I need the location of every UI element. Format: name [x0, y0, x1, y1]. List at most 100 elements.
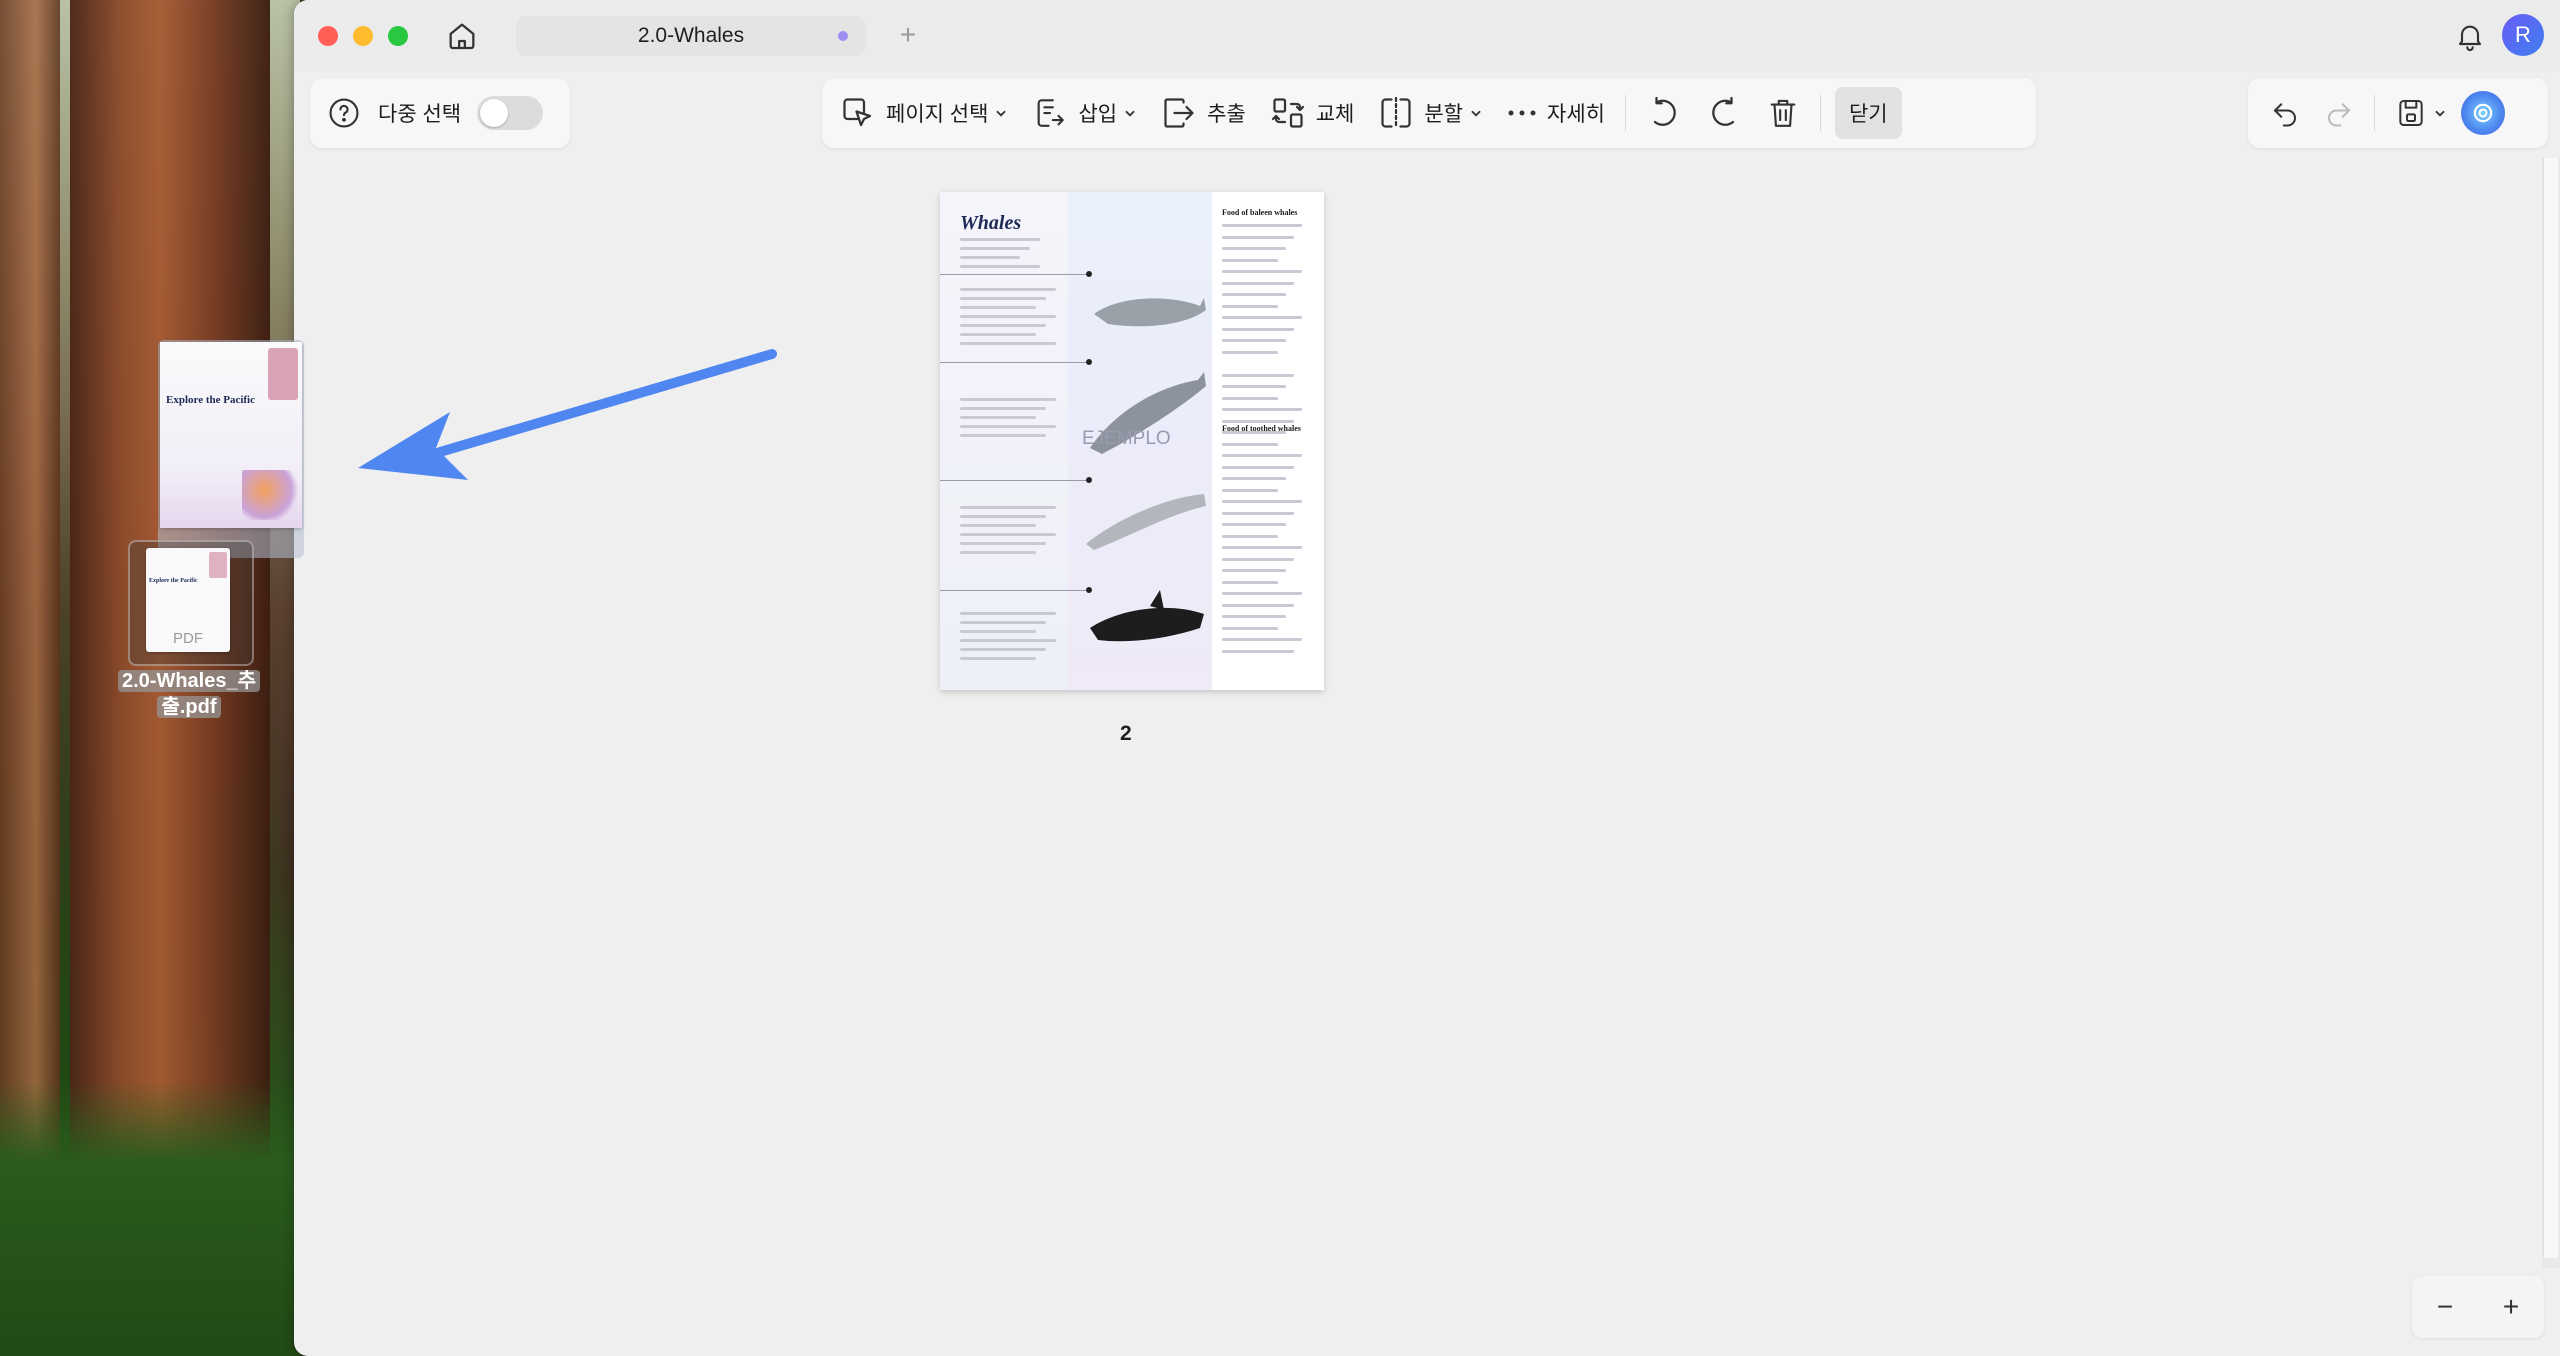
text-line — [1222, 270, 1302, 273]
toolbar-divider — [1819, 95, 1821, 131]
text-line — [960, 324, 1046, 327]
maximize-window-button[interactable] — [388, 26, 408, 46]
delete-page-button[interactable] — [1756, 87, 1810, 139]
text-line — [1222, 419, 1294, 423]
insert-label: 삽입 — [1078, 103, 1118, 126]
ai-assistant-button[interactable] — [2461, 91, 2505, 135]
dragged-page-preview[interactable]: Explore the Pacific — [160, 342, 302, 528]
user-avatar[interactable]: R — [2502, 14, 2544, 56]
text-line — [1222, 258, 1278, 262]
rotate-right-button[interactable] — [1696, 87, 1752, 139]
chevron-down-icon — [2435, 110, 2445, 117]
text-line — [1222, 339, 1286, 342]
page-number: 2 — [1120, 722, 1132, 745]
page-thumbnail[interactable]: Whales EJEMPLO Food of baleen whales Foo… — [940, 192, 1324, 690]
text-line — [1222, 373, 1294, 377]
file-thumbnail-photo — [209, 552, 227, 578]
bullet — [1086, 359, 1092, 365]
tab-document[interactable]: 2.0-Whales — [516, 16, 866, 56]
page-heading: Whales — [960, 212, 1022, 234]
text-line — [960, 524, 1036, 527]
text-line — [960, 297, 1046, 300]
text-line — [1222, 638, 1302, 641]
history-toolbar — [2248, 78, 2548, 148]
more-button[interactable]: 자세히 — [1497, 87, 1615, 139]
text-line — [1222, 557, 1294, 561]
divider — [940, 590, 1090, 591]
file-name-line: 출.pdf — [157, 696, 221, 718]
text-line — [1222, 235, 1294, 239]
insert-button[interactable]: 삽입 — [1022, 87, 1147, 139]
minimize-window-button[interactable] — [353, 26, 373, 46]
text-line — [1222, 603, 1294, 607]
text-line — [960, 315, 1056, 318]
text-line — [1222, 442, 1278, 446]
text-line — [1222, 408, 1302, 411]
page-tools-toolbar: 페이지 선택 삽입 추출 교체 분할 자세히 닫기 — [822, 78, 2036, 148]
divider — [940, 362, 1090, 363]
insert-page-icon — [1038, 99, 1065, 127]
rotate-left-button[interactable] — [1636, 87, 1692, 139]
preview-photo — [268, 348, 298, 400]
zoom-out-button[interactable]: − — [2437, 1291, 2453, 1323]
text-line — [960, 256, 1020, 259]
text-line — [960, 247, 1030, 250]
text-line — [1222, 488, 1278, 492]
text-line — [1222, 247, 1286, 250]
close-page-tools-button[interactable]: 닫기 — [1834, 87, 1902, 139]
cursor-select-icon — [843, 98, 872, 127]
forest-floor — [0, 1080, 300, 1356]
pdf-file-icon[interactable]: Explore the Pacific PDF — [146, 548, 230, 652]
text-line — [960, 657, 1036, 660]
save-button[interactable] — [2385, 87, 2449, 139]
scrollbar-thumb[interactable] — [2543, 158, 2558, 1258]
text-line — [1222, 327, 1294, 331]
text-line — [1222, 626, 1278, 630]
close-window-button[interactable] — [318, 26, 338, 46]
unsaved-dot-icon — [838, 31, 848, 41]
file-extension-label: PDF — [173, 630, 203, 647]
text-line — [1222, 281, 1294, 285]
page-select-button[interactable]: 페이지 선택 — [830, 87, 1018, 139]
text-line — [960, 398, 1056, 401]
text-line — [960, 506, 1056, 509]
notifications-button[interactable] — [2450, 16, 2490, 56]
save-icon — [2399, 100, 2423, 126]
split-label: 분할 — [1424, 103, 1463, 126]
text-line — [960, 333, 1036, 336]
text-line — [1222, 615, 1286, 618]
undo-button[interactable] — [2260, 87, 2310, 139]
extract-button[interactable]: 추출 — [1151, 87, 1256, 139]
ai-assistant-icon — [2473, 103, 2493, 123]
split-button[interactable]: 분할 — [1368, 87, 1493, 139]
toggle-knob — [480, 99, 509, 127]
text-line — [960, 425, 1056, 428]
text-line — [960, 342, 1056, 345]
text-line — [1222, 316, 1302, 319]
watermark: EJEMPLO — [1082, 428, 1171, 449]
text-line — [960, 533, 1056, 536]
preview-title: Explore the Pacific — [166, 394, 255, 406]
zoom-control: − + — [2412, 1276, 2544, 1338]
new-tab-button[interactable]: + — [890, 18, 926, 54]
more-label: 자세히 — [1547, 103, 1605, 126]
redo-button[interactable] — [2314, 87, 2364, 139]
text-line — [1222, 580, 1278, 584]
text-line — [1222, 649, 1294, 653]
extract-label: 추출 — [1207, 103, 1246, 126]
multi-select-label: 다중 선택 — [378, 103, 462, 126]
chevron-down-icon — [996, 110, 1007, 117]
multi-select-toggle[interactable] — [477, 96, 544, 130]
replace-button[interactable]: 교체 — [1260, 87, 1365, 139]
chevron-down-icon — [1125, 110, 1135, 117]
home-button[interactable] — [442, 16, 482, 56]
text-line — [960, 639, 1056, 642]
divider — [940, 480, 1090, 481]
desktop-file-name[interactable]: 2.0-Whales_추 출.pdf — [104, 668, 274, 720]
text-line — [960, 621, 1046, 624]
help-button[interactable] — [324, 93, 364, 133]
zoom-in-button[interactable]: + — [2503, 1291, 2519, 1323]
text-line — [1222, 304, 1278, 308]
text-line — [1222, 592, 1302, 595]
text-line — [960, 407, 1046, 410]
